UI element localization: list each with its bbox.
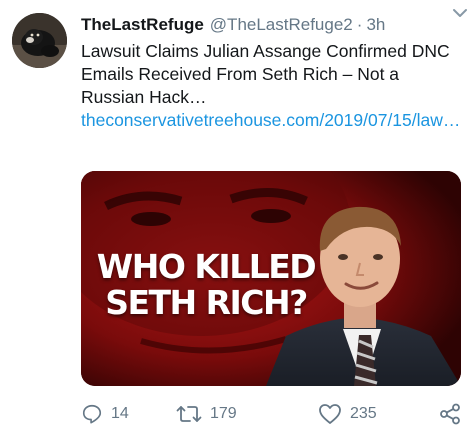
avatar[interactable] <box>12 13 67 68</box>
avatar-image <box>12 13 67 68</box>
heart-icon <box>319 404 341 424</box>
tweet-header: TheLastRefuge @TheLastRefuge2 · 3h <box>81 12 461 38</box>
tweet-body: Lawsuit Claims Julian Assange Confirmed … <box>81 40 461 132</box>
author-handle[interactable]: @TheLastRefuge2 <box>210 15 353 35</box>
author-name[interactable]: TheLastRefuge <box>81 15 204 35</box>
headline-line-2: SETH RICH? <box>105 283 308 322</box>
like-count: 235 <box>350 405 377 422</box>
separator-dot: · <box>356 15 363 34</box>
retweet-icon <box>176 406 202 422</box>
chevron-down-icon[interactable] <box>451 6 469 20</box>
reply-button[interactable]: 14 <box>81 401 129 427</box>
reply-icon <box>82 404 102 424</box>
headline-line-1: WHO KILLED <box>96 247 317 286</box>
tweet-text: Lawsuit Claims Julian Assange Confirmed … <box>81 41 450 107</box>
share-icon <box>440 403 460 425</box>
retweet-button[interactable]: 179 <box>176 401 237 427</box>
retweet-count: 179 <box>210 405 237 422</box>
tweet-actions: 14 179 235 <box>81 401 461 427</box>
reply-count: 14 <box>111 405 129 422</box>
media-headline: WHO KILLED SETH RICH? <box>81 249 331 321</box>
tweet-timestamp[interactable]: 3h <box>366 15 385 35</box>
share-button[interactable] <box>439 401 469 427</box>
tweet-link[interactable]: theconservativetreehouse.com/2019/07/15/… <box>81 109 461 132</box>
tweet-media[interactable]: WHO KILLED SETH RICH? <box>81 171 461 386</box>
like-button[interactable]: 235 <box>318 401 377 427</box>
